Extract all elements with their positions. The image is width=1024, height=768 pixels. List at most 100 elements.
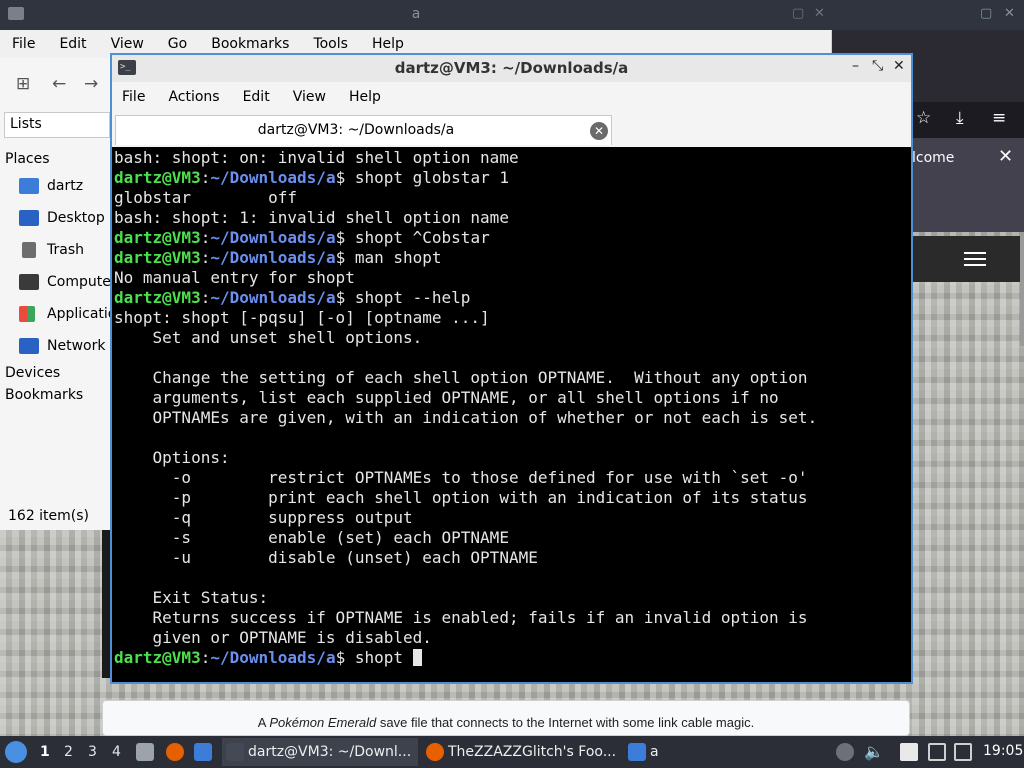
workspace-1[interactable]: 1 — [40, 744, 50, 760]
prompt-path: ~/Downloads/a — [210, 648, 336, 667]
terminal-output-line: -s enable (set) each OPTNAME — [114, 528, 509, 547]
menu-file[interactable]: File — [122, 89, 145, 105]
terminal-output[interactable]: bash: shopt: on: invalid shell option na… — [112, 147, 911, 682]
sidebar-item-label: Computer — [47, 274, 110, 290]
terminal-tab[interactable]: dartz@VM3: ~/Downloads/a ✕ — [115, 115, 612, 145]
command-text: shopt --help — [354, 288, 471, 307]
file-manager-icon[interactable] — [194, 743, 212, 761]
downloads-icon[interactable]: ⤓ — [956, 108, 964, 128]
text-cursor — [412, 649, 422, 666]
task-terminal[interactable]: dartz@VM3: ~/Downl... — [222, 738, 418, 766]
menu-file[interactable]: File — [12, 36, 35, 52]
close-icon[interactable]: ✕ — [893, 58, 905, 74]
task-label: a — [650, 744, 659, 760]
sidebar-item-computer[interactable]: Computer — [0, 266, 110, 298]
folder-icon — [628, 743, 646, 761]
menu-edit[interactable]: Edit — [243, 89, 270, 105]
menu-view[interactable]: View — [111, 36, 144, 52]
terminal-output-line: bash: shopt: 1: invalid shell option nam… — [114, 208, 509, 227]
taskbar: 1 2 3 4 dartz@VM3: ~/Downl... TheZZAZZGl… — [0, 736, 1024, 768]
command-text: shopt globstar 1 — [354, 168, 509, 187]
bookmark-star-icon[interactable]: ☆ — [916, 108, 931, 128]
task-firefox[interactable]: TheZZAZZGlitch's Foo... — [422, 738, 618, 766]
close-tab-icon[interactable]: ✕ — [590, 122, 608, 140]
sidebar-item-dartz[interactable]: dartz — [0, 170, 110, 202]
close-icon[interactable]: ✕ — [814, 6, 825, 21]
menu-edit[interactable]: Edit — [59, 36, 86, 52]
command-text: shopt ^Cobstar — [354, 228, 490, 247]
command-text: man shopt — [354, 248, 442, 267]
browser-titlebar: ▢ ✕ — [832, 0, 1024, 30]
caption-suffix: save file that connects to the Internet … — [376, 715, 755, 730]
workspace-3[interactable]: 3 — [88, 744, 97, 760]
bookmarks-header[interactable]: Bookmarks — [0, 384, 110, 406]
sidebar-item-network[interactable]: Network — [0, 330, 110, 362]
sidebar-item-label: dartz — [47, 178, 84, 194]
prompt-path: ~/Downloads/a — [210, 288, 336, 307]
workspace-2[interactable]: 2 — [64, 744, 73, 760]
task-file-manager[interactable]: a — [624, 738, 704, 766]
prompt-dollar: $ — [335, 228, 355, 247]
close-icon[interactable]: ✕ — [998, 146, 1013, 167]
menu-go[interactable]: Go — [168, 36, 187, 52]
browser-notification: lcome ✕ — [912, 138, 1024, 232]
notifications-icon[interactable] — [954, 743, 972, 761]
prompt-separator: : — [200, 248, 211, 267]
places-header: Places — [5, 151, 50, 167]
firefox-icon[interactable] — [166, 743, 184, 761]
hamburger-menu-icon[interactable] — [964, 252, 986, 266]
terminal-output-line: given or OPTNAME is disabled. — [114, 628, 432, 647]
menu-actions[interactable]: Actions — [168, 89, 219, 105]
sidebar-item-trash[interactable]: Trash — [0, 234, 110, 266]
start-menu-icon[interactable] — [5, 741, 27, 763]
terminal-output-line: OPTNAMEs are given, with an indication o… — [114, 408, 818, 427]
menu-help[interactable]: Help — [372, 36, 404, 52]
caption-italic: Pokémon Emerald — [269, 715, 377, 730]
command-text: shopt — [354, 648, 413, 667]
file-manager-title: a — [411, 6, 421, 22]
terminal-window-title: dartz@VM3: ~/Downloads/a — [394, 59, 629, 77]
menu-bookmarks[interactable]: Bookmarks — [211, 36, 289, 52]
prompt-path: ~/Downloads/a — [210, 168, 336, 187]
menu-help[interactable]: Help — [349, 89, 381, 105]
restore-icon[interactable]: ⤡ — [872, 58, 883, 74]
caption-prefix: A — [257, 715, 270, 730]
desktop-icon — [19, 210, 39, 226]
menu-icon[interactable]: ≡ — [992, 108, 1006, 128]
sidebar-mode-select[interactable]: Lists — [4, 112, 110, 138]
terminal-output-line: -q suppress output — [114, 508, 413, 527]
back-icon[interactable]: ← — [52, 74, 66, 94]
prompt-dollar: $ — [335, 288, 355, 307]
notification-text: lcome — [912, 150, 955, 166]
terminal-output-line: Returns success if OPTNAME is enabled; f… — [114, 608, 808, 627]
sidebar-item-applications[interactable]: Applications — [0, 298, 110, 330]
workspace-4[interactable]: 4 — [112, 744, 121, 760]
new-tab-icon[interactable]: ⊞ — [16, 74, 30, 94]
devices-header[interactable]: Devices — [0, 362, 110, 384]
firefox-icon — [426, 743, 444, 761]
prompt-separator: : — [200, 168, 211, 187]
menu-view[interactable]: View — [293, 89, 326, 105]
prompt-path: ~/Downloads/a — [210, 228, 336, 247]
minimize-icon[interactable]: ▢ — [792, 6, 804, 21]
prompt-dollar: $ — [335, 648, 355, 667]
minimize-icon[interactable]: – — [852, 58, 859, 74]
terminal-command-line: dartz@VM3:~/Downloads/a$ man shopt — [114, 248, 911, 268]
prompt-user: dartz@VM3 — [114, 288, 201, 307]
sidebar-item-desktop[interactable]: Desktop — [0, 202, 110, 234]
forward-icon[interactable]: → — [84, 74, 98, 94]
terminal-output-line: Options: — [114, 448, 230, 467]
close-icon[interactable]: ✕ — [1004, 6, 1015, 21]
clipboard-icon[interactable] — [900, 743, 918, 761]
network-tray-icon[interactable] — [836, 743, 854, 761]
file-manager-toolbar: ⊞ ← → — [0, 68, 110, 98]
scrollbar[interactable] — [1020, 236, 1024, 346]
maximize-icon[interactable]: ▢ — [980, 6, 992, 21]
volume-icon[interactable]: 🔈 — [864, 743, 884, 761]
prompt-dollar: $ — [335, 248, 355, 267]
display-icon[interactable] — [928, 743, 946, 761]
show-desktop-icon[interactable] — [136, 743, 154, 761]
menu-tools[interactable]: Tools — [313, 36, 348, 52]
prompt-user: dartz@VM3 — [114, 648, 201, 667]
